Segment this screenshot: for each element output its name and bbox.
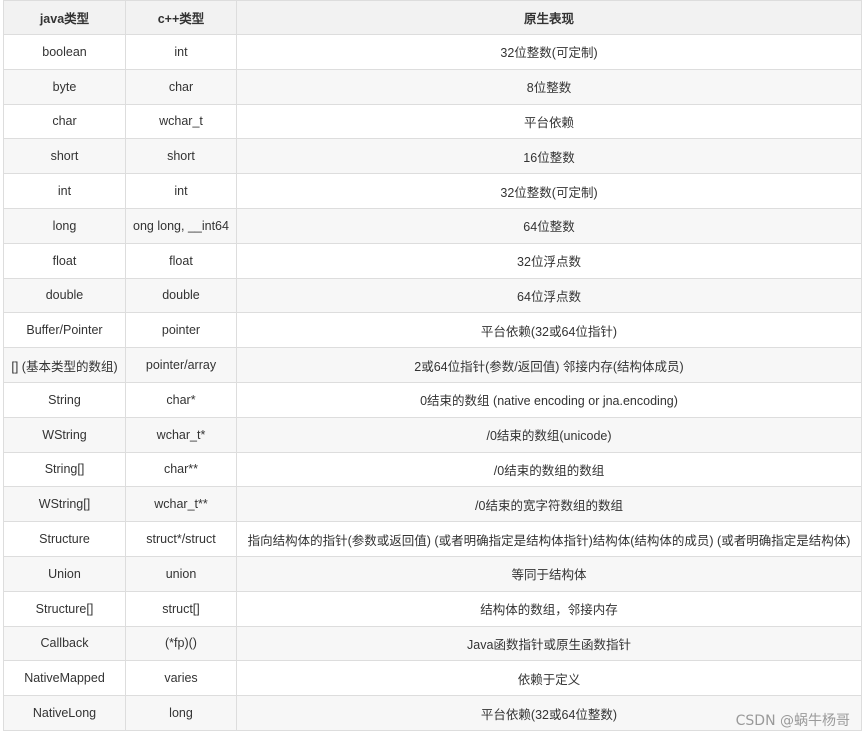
table-row: WString wchar_t*/0结束的数组(unicode) bbox=[3, 416, 862, 453]
cell-java-type: float bbox=[3, 242, 126, 279]
cell-java-type: Structure[] bbox=[3, 590, 126, 627]
cell-native-representation: /0结束的数组的数组 bbox=[236, 451, 862, 488]
table-row: WString[] wchar_t**/0结束的宽字符数组的数组 bbox=[3, 486, 862, 523]
header-java-type: java类型 bbox=[3, 0, 126, 35]
cell-java-type: NativeLong bbox=[3, 695, 126, 731]
cell-cpp-type: struct[] bbox=[125, 590, 237, 627]
cell-java-type: WString[] bbox=[3, 486, 126, 523]
table-header-row: java类型 c++类型 原生表现 bbox=[3, 0, 862, 35]
cell-java-type: String bbox=[3, 381, 126, 418]
cell-native-representation: /0结束的数组(unicode) bbox=[236, 416, 862, 453]
cell-native-representation: 结构体的数组，邻接内存 bbox=[236, 590, 862, 627]
cell-native-representation: 64位整数 bbox=[236, 207, 862, 244]
cell-java-type: double bbox=[3, 277, 126, 314]
cell-native-representation: 2或64位指针(参数/返回值) 邻接内存(结构体成员) bbox=[236, 347, 862, 383]
header-native-representation: 原生表现 bbox=[236, 0, 862, 35]
watermark: CSDN @蜗牛杨哥 bbox=[735, 713, 850, 729]
cell-cpp-type: double bbox=[125, 277, 237, 314]
cell-native-representation: 等同于结构体 bbox=[236, 555, 862, 592]
table-row: Union union 等同于结构体 bbox=[3, 555, 862, 592]
cell-native-representation: 0结束的数组 (native encoding or jna.encoding) bbox=[236, 381, 862, 418]
cell-native-representation: 32位整数(可定制) bbox=[236, 34, 862, 70]
cell-native-representation: 32位浮点数 bbox=[236, 242, 862, 279]
cell-native-representation: 平台依赖(32或64位指针) bbox=[236, 312, 862, 349]
cell-cpp-type: long bbox=[125, 695, 237, 731]
cell-java-type: WString bbox=[3, 416, 126, 453]
cell-native-representation: 平台依赖 bbox=[236, 103, 862, 140]
cell-cpp-type: struct*/struct bbox=[125, 521, 237, 557]
table-row: float float 32位浮点数 bbox=[3, 242, 862, 279]
cell-java-type: boolean bbox=[3, 34, 126, 70]
cell-java-type: Structure bbox=[3, 521, 126, 557]
cell-java-type: char bbox=[3, 103, 126, 140]
cell-java-type: byte bbox=[3, 68, 126, 105]
table-body: boolean int 32位整数(可定制) byte char 8位整数 char wcha… bbox=[3, 34, 862, 731]
cell-cpp-type: pointer bbox=[125, 312, 237, 349]
table-row: NativeMapped varies 依赖于定义 bbox=[3, 660, 862, 697]
table-row: double double 64位浮点数 bbox=[3, 277, 862, 314]
cell-native-representation: 指向结构体的指针(参数或返回值) (或者明确指定是结构体指针)结构体(结构体的成… bbox=[236, 521, 862, 557]
table-row: boolean int 32位整数(可定制) bbox=[3, 34, 862, 70]
cell-native-representation: 32位整数(可定制) bbox=[236, 173, 862, 209]
cell-cpp-type: pointer/array bbox=[125, 347, 237, 383]
cell-cpp-type: char bbox=[125, 68, 237, 105]
table-row: long ong long, __int64 64位整数 bbox=[3, 207, 862, 244]
cell-cpp-type: float bbox=[125, 242, 237, 279]
table-row: short short 16位整数 bbox=[3, 138, 862, 175]
cell-cpp-type: ong long, __int64 bbox=[125, 207, 237, 244]
cell-cpp-type: wchar_t** bbox=[125, 486, 237, 523]
cell-java-type: short bbox=[3, 138, 126, 175]
cell-java-type: long bbox=[3, 207, 126, 244]
cell-cpp-type: wchar_t* bbox=[125, 416, 237, 453]
cell-java-type: int bbox=[3, 173, 126, 209]
table-row: char wchar_t 平台依赖 bbox=[3, 103, 862, 140]
cell-native-representation: 依赖于定义 bbox=[236, 660, 862, 697]
type-mapping-table: java类型 c++类型 原生表现 boolean int 32位整数(可定制) by… bbox=[3, 0, 862, 731]
cell-cpp-type: varies bbox=[125, 660, 237, 697]
cell-cpp-type: char* bbox=[125, 381, 237, 418]
table-row: Callback (*fp)() Java函数指针或原生函数指针 bbox=[3, 625, 862, 662]
cell-java-type: NativeMapped bbox=[3, 660, 126, 697]
cell-java-type: Callback bbox=[3, 625, 126, 662]
cell-java-type: Buffer/Pointer bbox=[3, 312, 126, 349]
table-row: NativeLong long 平台依赖(32或64位整数) bbox=[3, 695, 862, 731]
table-row: Structure[] struct[] 结构体的数组，邻接内存 bbox=[3, 590, 862, 627]
cell-java-type: String[] bbox=[3, 451, 126, 488]
table-row: int int 32位整数(可定制) bbox=[3, 173, 862, 209]
cell-java-type: [] (基本类型的数组) bbox=[3, 347, 126, 383]
cell-cpp-type: int bbox=[125, 173, 237, 209]
cell-native-representation: 64位浮点数 bbox=[236, 277, 862, 314]
cell-cpp-type: char** bbox=[125, 451, 237, 488]
table-row: Buffer/Pointer pointer 平台依赖(32或64位指针) bbox=[3, 312, 862, 349]
table-row: String char* 0结束的数组 (native encoding or jn… bbox=[3, 381, 862, 418]
table-row: byte char 8位整数 bbox=[3, 68, 862, 105]
cell-java-type: Union bbox=[3, 555, 126, 592]
cell-cpp-type: (*fp)() bbox=[125, 625, 237, 662]
cell-cpp-type: int bbox=[125, 34, 237, 70]
table-row: String[] char**/0结束的数组的数组 bbox=[3, 451, 862, 488]
table-row: [] (基本类型的数组) pointer/array 2或64位指针(参数/返回值)… bbox=[3, 347, 862, 383]
header-cpp-type: c++类型 bbox=[125, 0, 237, 35]
cell-cpp-type: wchar_t bbox=[125, 103, 237, 140]
cell-native-representation: Java函数指针或原生函数指针 bbox=[236, 625, 862, 662]
cell-native-representation: 8位整数 bbox=[236, 68, 862, 105]
cell-cpp-type: short bbox=[125, 138, 237, 175]
cell-native-representation: 16位整数 bbox=[236, 138, 862, 175]
cell-cpp-type: union bbox=[125, 555, 237, 592]
cell-native-representation: /0结束的宽字符数组的数组 bbox=[236, 486, 862, 523]
table-row: Structure struct*/struct 指向结构体的指针(参数或返回值) … bbox=[3, 521, 862, 557]
